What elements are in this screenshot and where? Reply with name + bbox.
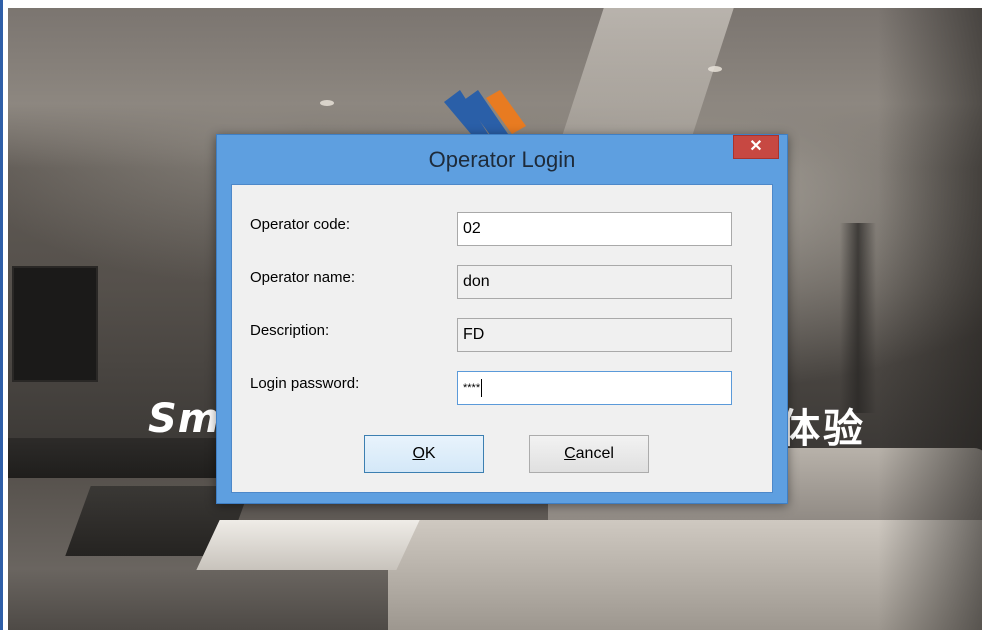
- splash-slogan-right: 体验: [780, 406, 866, 452]
- dialog-body: Operator code: 02 Operator name: don Des…: [231, 184, 773, 493]
- operator-name-value: don: [463, 273, 490, 290]
- operator-code-label: Operator code:: [250, 216, 351, 233]
- ok-label: K: [424, 445, 436, 462]
- splash-slogan-left: Sm: [148, 396, 221, 442]
- wall-tv: [12, 266, 98, 382]
- operator-code-value: 02: [463, 220, 481, 237]
- cancel-label: ancel: [575, 445, 614, 462]
- cancel-button[interactable]: Cancel: [529, 435, 649, 473]
- operator-code-field[interactable]: 02: [457, 212, 732, 246]
- coffee-table: [196, 520, 420, 570]
- ok-button[interactable]: OK: [364, 435, 484, 473]
- dialog-titlebar[interactable]: Operator Login ✕: [217, 135, 787, 183]
- description-label: Description:: [250, 322, 330, 339]
- dialog-title: Operator Login: [428, 147, 576, 172]
- cancel-mnemonic: C: [564, 445, 576, 462]
- login-password-value: ****: [463, 382, 481, 394]
- operator-login-dialog: Operator Login ✕ Operator code: 02 Opera…: [216, 134, 788, 504]
- description-field: FD: [457, 318, 732, 352]
- ok-mnemonic: O: [412, 445, 425, 462]
- ceiling-light: [320, 100, 334, 106]
- plant: [840, 223, 876, 413]
- close-button[interactable]: ✕: [733, 135, 779, 159]
- operator-name-field: don: [457, 265, 732, 299]
- login-password-label: Login password:: [250, 375, 360, 392]
- text-caret: [481, 379, 483, 397]
- description-value: FD: [463, 326, 485, 343]
- login-password-field[interactable]: ****: [457, 371, 732, 405]
- close-icon: ✕: [749, 138, 763, 155]
- tv-stand: [8, 438, 218, 478]
- room-shadow: [878, 8, 982, 630]
- operator-name-label: Operator name:: [250, 269, 356, 286]
- app-logo-icon: [444, 90, 526, 140]
